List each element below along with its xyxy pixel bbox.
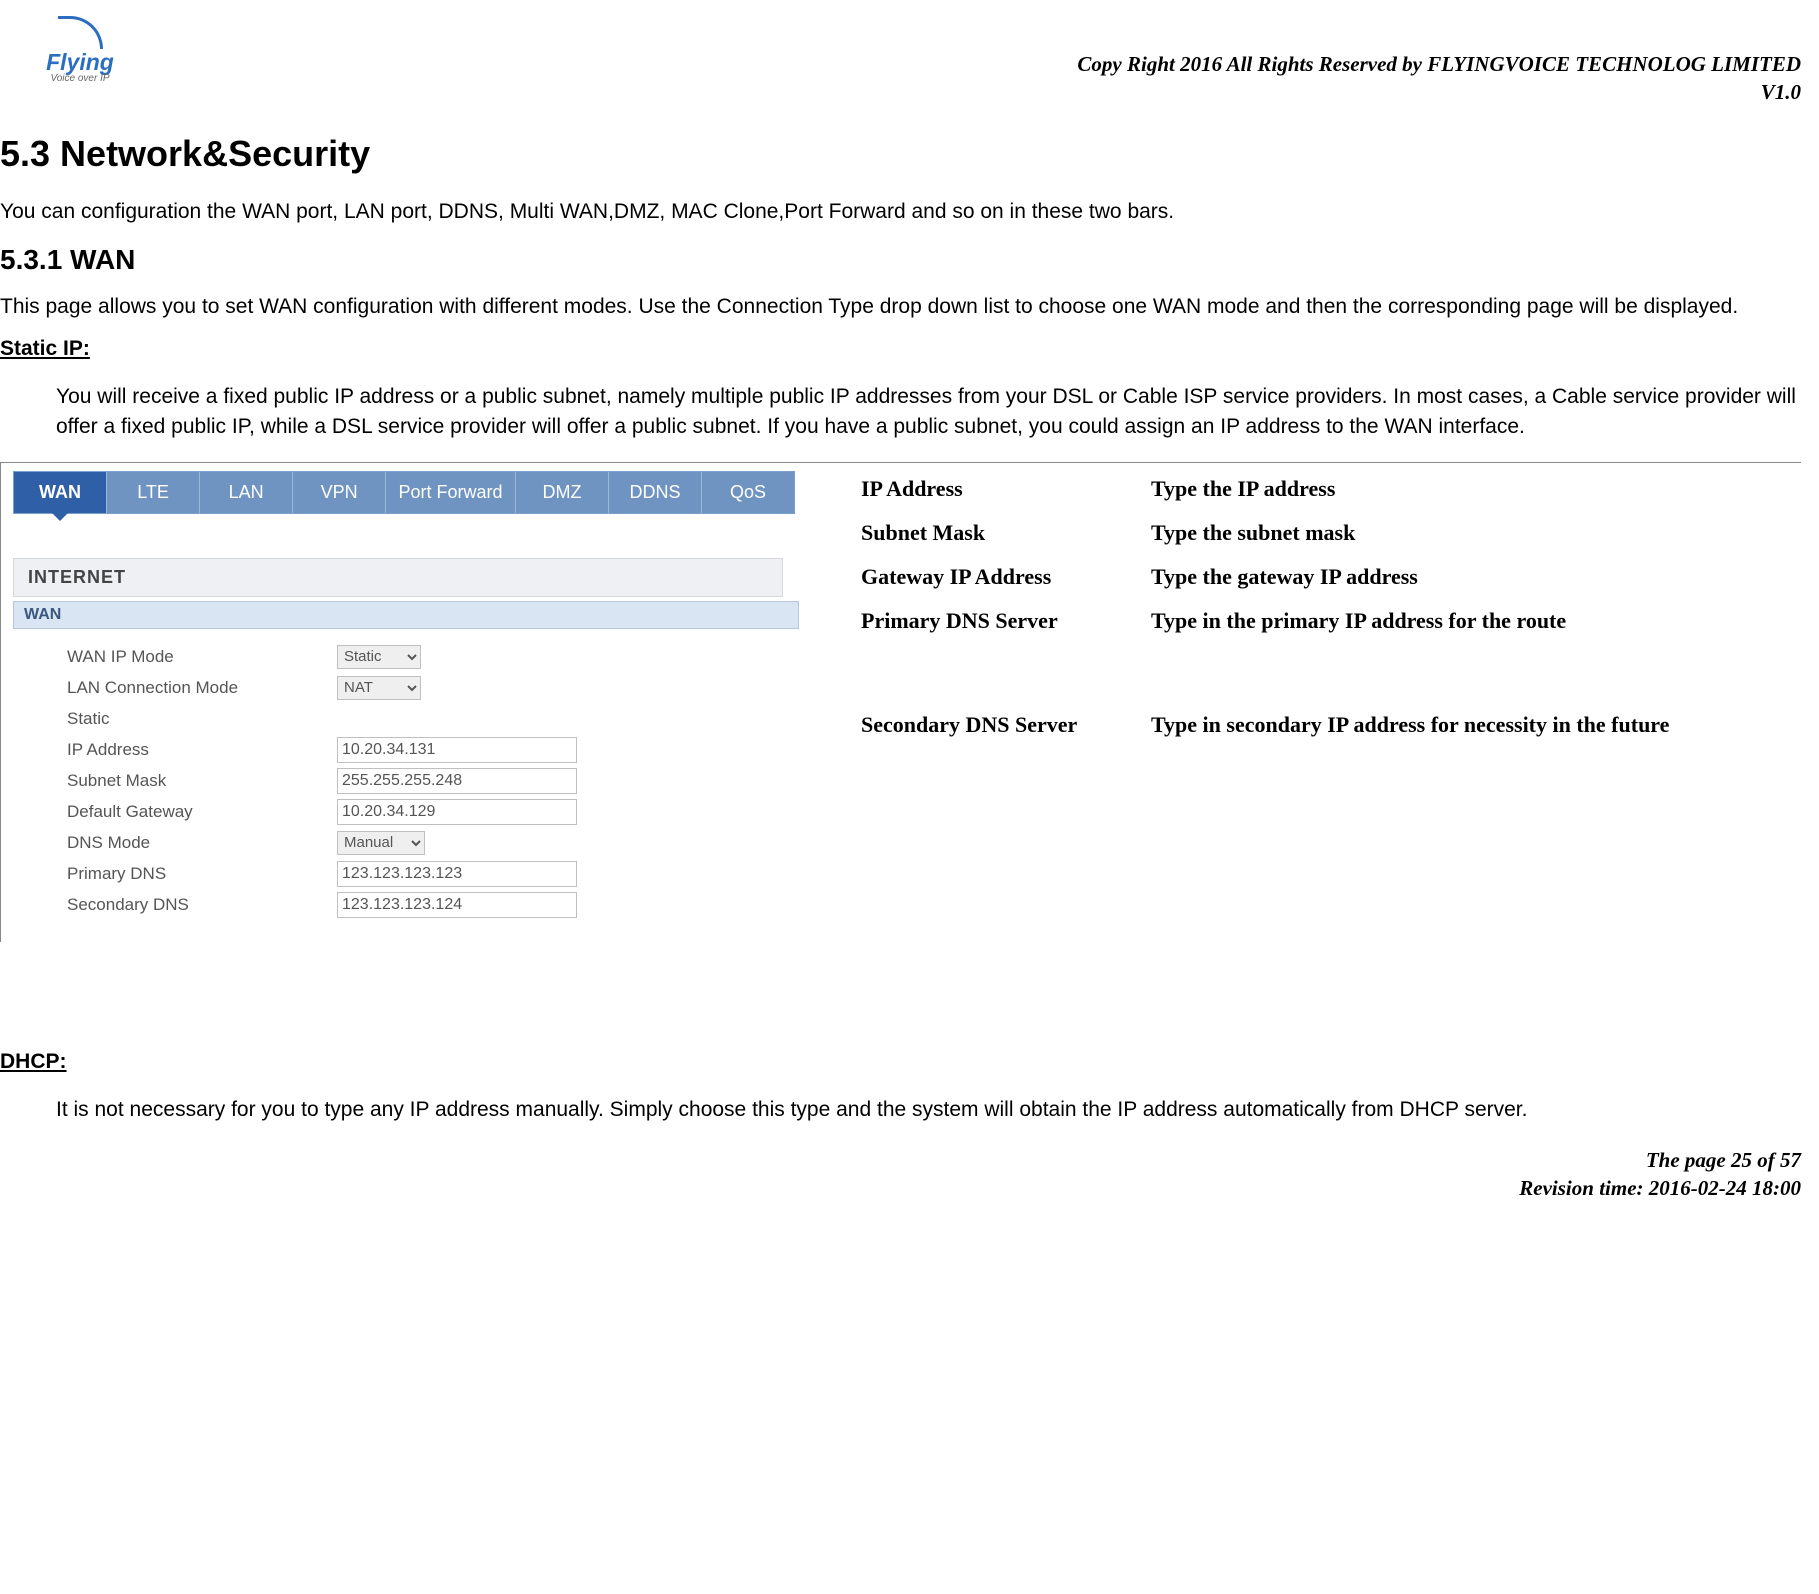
subsection-intro: This page allows you to set WAN configur… <box>0 292 1801 321</box>
desc-primary-dns-value: Type in the primary IP address for the r… <box>1151 599 1801 643</box>
tab-qos[interactable]: QoS <box>702 472 794 513</box>
logo-text: Flying <box>46 51 114 73</box>
field-descriptions: IP Address Type the IP address Subnet Ma… <box>861 463 1801 747</box>
secondary-dns-label: Secondary DNS <box>67 895 337 915</box>
internet-section-header: INTERNET <box>13 558 783 597</box>
dns-mode-label: DNS Mode <box>67 833 337 853</box>
desc-subnet-value: Type the subnet mask <box>1151 511 1801 555</box>
subsection-title: 5.3.1 WAN <box>0 244 1801 276</box>
copyright-text: Copy Right 2016 All Rights Reserved by F… <box>1077 50 1801 78</box>
static-label: Static <box>67 709 337 729</box>
logo-subtext: Voice over IP <box>50 73 109 84</box>
desc-primary-dns-label: Primary DNS Server <box>861 599 1151 643</box>
lan-connection-mode-select[interactable]: NAT <box>337 676 421 700</box>
ip-address-input[interactable] <box>337 737 577 763</box>
default-gateway-input[interactable] <box>337 799 577 825</box>
version-text: V1.0 <box>1077 78 1801 106</box>
section-title: 5.3 Network&Security <box>0 133 1801 175</box>
tab-dmz[interactable]: DMZ <box>516 472 609 513</box>
tab-lte[interactable]: LTE <box>107 472 200 513</box>
settings-tabs: WAN LTE LAN VPN Port Forward DMZ DDNS Qo… <box>13 471 795 514</box>
lan-connection-mode-label: LAN Connection Mode <box>67 678 337 698</box>
wan-ip-mode-select[interactable]: Static <box>337 645 421 669</box>
revision-time: Revision time: 2016-02-24 18:00 <box>0 1174 1801 1202</box>
primary-dns-label: Primary DNS <box>67 864 337 884</box>
static-ip-description: You will receive a fixed public IP addre… <box>56 382 1801 441</box>
dns-mode-select[interactable]: Manual <box>337 831 425 855</box>
dhcp-description: It is not necessary for you to type any … <box>56 1095 1801 1124</box>
dhcp-heading: DHCP: <box>0 1050 1801 1074</box>
desc-secondary-dns-value: Type in secondary IP address for necessi… <box>1151 703 1801 747</box>
section-intro: You can configuration the WAN port, LAN … <box>0 197 1801 226</box>
wan-settings-panel: WAN LTE LAN VPN Port Forward DMZ DDNS Qo… <box>1 463 831 942</box>
tab-port-forward[interactable]: Port Forward <box>386 472 516 513</box>
desc-ip-value: Type the IP address <box>1151 467 1801 511</box>
wave-icon <box>58 16 103 49</box>
static-ip-heading: Static IP: <box>0 337 1801 361</box>
subnet-mask-input[interactable] <box>337 768 577 794</box>
wan-section-header: WAN <box>13 601 799 629</box>
wan-ip-mode-label: WAN IP Mode <box>67 647 337 667</box>
tab-wan[interactable]: WAN <box>14 472 107 513</box>
tab-lan[interactable]: LAN <box>200 472 293 513</box>
desc-gateway-value: Type the gateway IP address <box>1151 555 1801 599</box>
desc-subnet-label: Subnet Mask <box>861 511 1151 555</box>
default-gateway-label: Default Gateway <box>67 802 337 822</box>
desc-ip-label: IP Address <box>861 467 1151 511</box>
subnet-mask-label: Subnet Mask <box>67 771 337 791</box>
desc-secondary-dns-label: Secondary DNS Server <box>861 703 1151 747</box>
tab-ddns[interactable]: DDNS <box>609 472 702 513</box>
ip-address-label: IP Address <box>67 740 337 760</box>
secondary-dns-input[interactable] <box>337 892 577 918</box>
primary-dns-input[interactable] <box>337 861 577 887</box>
tab-vpn[interactable]: VPN <box>293 472 386 513</box>
desc-gateway-label: Gateway IP Address <box>861 555 1151 599</box>
brand-logo: Flying Voice over IP <box>6 14 154 86</box>
page-number: The page 25 of 57 <box>0 1146 1801 1174</box>
